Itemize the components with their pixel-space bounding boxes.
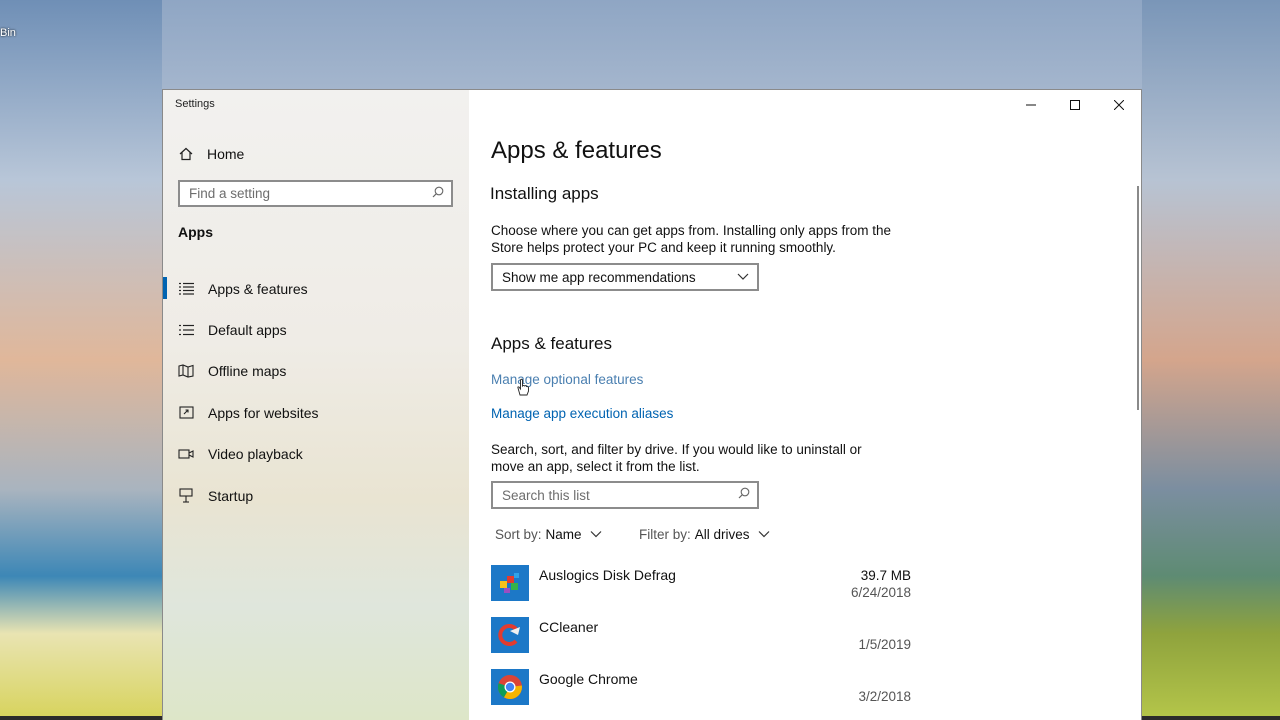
sidebar: Settings Home Find a setting Apps Apps &… xyxy=(163,90,469,720)
startup-icon xyxy=(177,487,195,505)
window-controls xyxy=(1009,90,1141,120)
sidebar-item-default-apps[interactable]: Default apps xyxy=(163,309,469,350)
app-install-date: 1/5/2019 xyxy=(858,637,911,652)
desktop-recycle-bin-label[interactable]: Bin xyxy=(0,27,16,39)
sidebar-item-startup[interactable]: Startup xyxy=(163,475,469,516)
manage-optional-features-link[interactable]: Manage optional features xyxy=(491,372,643,387)
sidebar-item-video-playback[interactable]: Video playback xyxy=(163,434,469,475)
manage-app-execution-aliases-link[interactable]: Manage app execution aliases xyxy=(491,406,673,421)
app-list-item[interactable]: CCleaner 1/5/2019 xyxy=(491,617,911,663)
map-icon xyxy=(177,362,195,380)
sort-by-value: Name xyxy=(545,527,582,542)
section-label-apps: Apps xyxy=(178,224,213,240)
filter-by-value: All drives xyxy=(694,527,750,542)
dropdown-value: Show me app recommendations xyxy=(502,269,696,285)
sort-by-dropdown[interactable]: Sort by: Name xyxy=(495,527,602,542)
app-list-item[interactable]: Auslogics Disk Defrag 39.7 MB 6/24/2018 xyxy=(491,565,911,611)
apps-features-heading: Apps & features xyxy=(491,334,612,353)
sidebar-item-label: Offline maps xyxy=(208,363,287,380)
chevron-down-icon xyxy=(737,267,749,290)
features-description-line1: Search, sort, and filter by drive. If yo… xyxy=(491,442,862,457)
sidebar-item-label: Startup xyxy=(208,487,254,504)
app-name: Auslogics Disk Defrag xyxy=(539,567,676,583)
app-name: Google Chrome xyxy=(539,671,638,687)
search-list-input[interactable]: Search this list xyxy=(491,481,759,509)
video-icon xyxy=(177,445,195,463)
installing-apps-heading: Installing apps xyxy=(490,184,599,203)
find-setting-input[interactable]: Find a setting xyxy=(178,180,453,207)
website-link-icon xyxy=(177,404,195,422)
sidebar-item-label: Default apps xyxy=(208,322,287,339)
ccleaner-app-icon xyxy=(491,617,529,653)
minimize-button[interactable] xyxy=(1009,90,1053,120)
app-install-date: 6/24/2018 xyxy=(850,585,911,600)
sidebar-nav-list: Apps & features Default apps Offline map… xyxy=(163,268,469,516)
home-nav-item[interactable]: Home xyxy=(177,142,244,166)
maximize-button[interactable] xyxy=(1053,90,1097,120)
sidebar-item-apps-features[interactable]: Apps & features xyxy=(163,268,469,309)
installing-description-line1: Choose where you can get apps from. Inst… xyxy=(491,223,891,238)
hand-cursor-icon xyxy=(516,378,530,401)
app-size: 39.7 MB xyxy=(860,568,911,583)
window-title: Settings xyxy=(175,98,215,110)
app-install-date: 3/2/2018 xyxy=(858,689,911,704)
search-icon xyxy=(432,186,444,201)
auslogics-app-icon xyxy=(491,565,529,601)
list-icon xyxy=(177,280,195,298)
sidebar-item-offline-maps[interactable]: Offline maps xyxy=(163,351,469,392)
home-label: Home xyxy=(207,146,245,162)
page-title: Apps & features xyxy=(491,137,662,164)
features-description-line2: move an app, select it from the list. xyxy=(491,459,700,474)
desktop-background-right xyxy=(1142,0,1280,720)
sidebar-item-apps-for-websites[interactable]: Apps for websites xyxy=(163,392,469,433)
sort-by-label: Sort by: xyxy=(495,527,542,542)
installing-description-line2: Store helps protect your PC and keep it … xyxy=(491,240,836,255)
filter-by-label: Filter by: xyxy=(639,527,691,542)
sidebar-item-label: Apps & features xyxy=(208,280,308,297)
app-name: CCleaner xyxy=(539,619,599,635)
sidebar-item-label: Video playback xyxy=(208,446,303,463)
default-apps-icon xyxy=(177,321,195,339)
scrollbar[interactable] xyxy=(1137,186,1139,410)
settings-window: Settings Home Find a setting Apps Apps &… xyxy=(162,89,1142,720)
filter-by-dropdown[interactable]: Filter by: All drives xyxy=(639,527,770,542)
home-icon xyxy=(177,145,195,163)
find-setting-placeholder: Find a setting xyxy=(189,186,271,201)
search-list-placeholder: Search this list xyxy=(502,487,590,503)
sidebar-item-label: Apps for websites xyxy=(208,404,319,421)
search-icon xyxy=(738,487,750,502)
chevron-down-icon xyxy=(758,529,770,541)
chrome-app-icon xyxy=(491,669,529,705)
app-list-item[interactable]: Google Chrome 3/2/2018 xyxy=(491,669,911,715)
chevron-down-icon xyxy=(590,529,602,541)
desktop-background-left xyxy=(0,0,162,720)
main-content: Apps & features Installing apps Choose w… xyxy=(469,90,1141,720)
close-button[interactable] xyxy=(1097,90,1141,120)
app-source-dropdown[interactable]: Show me app recommendations xyxy=(491,263,759,291)
